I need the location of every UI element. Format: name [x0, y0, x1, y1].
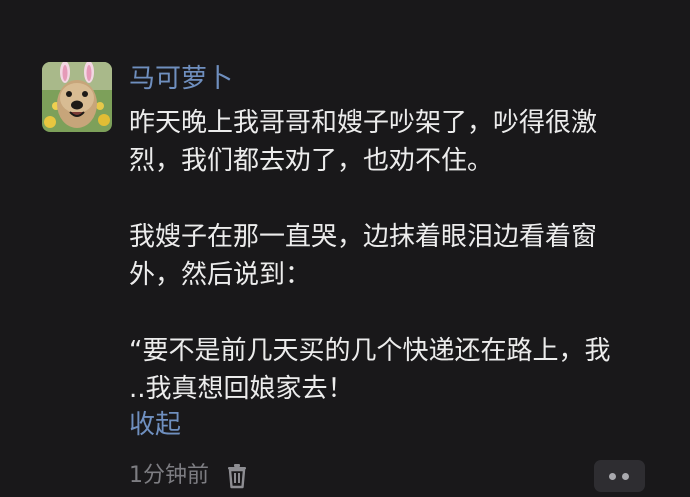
content-line: 昨天晚上我哥哥和嫂子吵架了，吵得很激 — [129, 108, 598, 138]
more-dots-icon — [609, 473, 616, 480]
trash-icon[interactable] — [226, 463, 248, 489]
more-options-button[interactable] — [594, 460, 645, 492]
content-line: 我嫂子在那一直哭，边抹着眼泪边看着窗 — [129, 222, 598, 252]
content-line: 烈，我们都去劝了，也劝不住。 — [129, 146, 494, 176]
avatar[interactable] — [42, 62, 112, 132]
username[interactable]: 马可萝卜 — [129, 62, 233, 96]
content-line: “要不是前几天买的几个快递还在路上，我 — [129, 336, 611, 366]
comment-content: 昨天晚上我哥哥和嫂子吵架了，吵得很激 烈，我们都去劝了，也劝不住。 我嫂子在那一… — [129, 104, 659, 408]
collapse-button[interactable]: 收起 — [129, 408, 181, 442]
more-dots-icon — [622, 473, 629, 480]
timestamp: 1分钟前 — [129, 463, 209, 488]
comment-post: 马可萝卜 昨天晚上我哥哥和嫂子吵架了，吵得很激 烈，我们都去劝了，也劝不住。 我… — [0, 0, 690, 497]
content-line: 外，然后说到： — [129, 260, 312, 290]
dog-avatar-icon — [42, 62, 112, 132]
content-line: ..我真想回娘家去！ — [129, 374, 354, 404]
